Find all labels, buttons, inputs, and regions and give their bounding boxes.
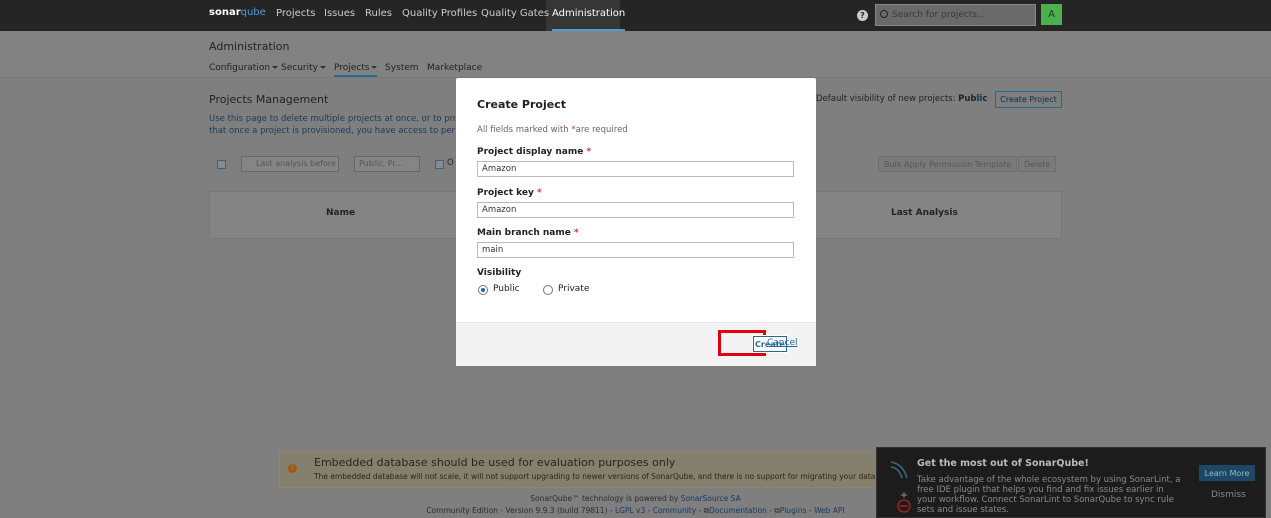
nav-issues[interactable]: Issues: [324, 8, 355, 19]
top-navbar: sonarqube Projects Issues Rules Quality …: [0, 0, 1271, 31]
provisioned-filter-label: O: [447, 158, 454, 168]
nav-administration[interactable]: Administration: [552, 8, 626, 31]
promo-title: Get the most out of SonarQube!: [917, 458, 1089, 469]
required-star: *: [586, 147, 592, 157]
last-analysis-date-input[interactable]: Last analysis before: [241, 156, 339, 172]
search-input[interactable]: [892, 8, 1032, 22]
dismiss-button[interactable]: Dismiss: [1211, 490, 1246, 500]
field-label-text: Project display name: [477, 147, 584, 157]
main-branch-name-label: Main branch name *: [477, 228, 579, 238]
bulk-apply-permission-button[interactable]: Bulk Apply Permission Template: [878, 156, 1018, 172]
warning-title: Embedded database should be used for eva…: [314, 456, 676, 469]
create-project-button[interactable]: Create Project: [995, 91, 1062, 108]
page-title: Administration: [209, 40, 290, 53]
pencil-icon[interactable]: ✎: [975, 95, 984, 104]
footer-link-community[interactable]: Community: [653, 506, 696, 515]
project-display-name-input[interactable]: [477, 161, 794, 177]
subnav-projects[interactable]: Projects: [334, 63, 378, 77]
embedded-db-warning: ! Embedded database should be used for e…: [279, 451, 924, 488]
footer-link-web-api[interactable]: Web API: [814, 506, 845, 515]
promo-text: Take advantage of the whole ecosystem by…: [917, 475, 1181, 515]
help-icon[interactable]: ?: [857, 10, 868, 21]
footer-link-documentation[interactable]: Documentation: [709, 506, 767, 515]
field-label-text: Project key: [477, 188, 534, 198]
projects-management-description: Use this page to delete multiple project…: [209, 113, 455, 137]
project-key-label: Project key *: [477, 188, 542, 198]
chevron-down-icon: [319, 66, 326, 69]
sonarsource-link[interactable]: SonarSource SA: [681, 494, 741, 503]
footer-link-license[interactable]: LGPL v3: [615, 506, 645, 515]
warning-icon: !: [288, 464, 297, 473]
cancel-link[interactable]: Cancel: [767, 338, 798, 348]
subnav-security[interactable]: Security: [281, 63, 326, 73]
subnav-system[interactable]: System: [385, 63, 419, 73]
column-header-name[interactable]: Name: [326, 208, 355, 218]
sonarlint-icon: [890, 461, 911, 513]
logo-text: sonar: [209, 7, 241, 18]
search-icon: [880, 10, 888, 18]
note-prefix: All fields marked with: [477, 125, 569, 135]
subnav-security-label: Security: [281, 63, 318, 73]
subnav-configuration[interactable]: Configuration: [209, 63, 279, 73]
bulk-delete-button[interactable]: Delete: [1018, 156, 1057, 172]
visibility-private-label[interactable]: Private: [558, 284, 589, 294]
logo-text-qube: qube: [240, 7, 266, 18]
modal-title: Create Project: [477, 98, 566, 111]
description-line: Use this page to delete multiple project…: [209, 114, 455, 124]
learn-more-button[interactable]: Learn More: [1199, 465, 1255, 481]
footer-powered-text: SonarQube™ technology is powered by: [530, 494, 679, 503]
subnav-configuration-label: Configuration: [209, 63, 271, 73]
chevron-down-icon: [272, 66, 279, 69]
user-avatar[interactable]: A: [1041, 4, 1062, 25]
warning-text: The embedded database will not scale, it…: [314, 472, 924, 481]
required-star: *: [574, 228, 579, 238]
subnav-marketplace[interactable]: Marketplace: [427, 63, 482, 73]
admin-subheader: Administration Configuration Security Pr…: [0, 31, 1271, 78]
chevron-down-icon: [371, 66, 378, 69]
visibility-filter-select[interactable]: Public, Pr...: [354, 156, 420, 172]
projects-management-title: Projects Management: [209, 93, 329, 106]
nav-projects[interactable]: Projects: [276, 8, 315, 19]
required-star: *: [537, 188, 542, 198]
select-all-checkbox[interactable]: [217, 160, 226, 169]
default-visibility-label: Default visibility of new projects:: [816, 94, 956, 104]
visibility-label: Visibility: [477, 268, 522, 278]
default-visibility: Default visibility of new projects: Publ…: [816, 94, 987, 104]
sonarqube-logo[interactable]: sonarqube: [209, 7, 266, 18]
provisioned-filter-checkbox[interactable]: [435, 160, 444, 169]
nav-quality-gates[interactable]: Quality Gates: [481, 8, 549, 19]
nav-quality-profiles[interactable]: Quality Profiles: [402, 8, 477, 19]
required-fields-note: All fields marked with *are required: [477, 125, 628, 135]
visibility-filter-value: Public, Pr...: [359, 159, 403, 168]
footer-link-plugins[interactable]: Plugins: [780, 506, 807, 515]
visibility-public-radio[interactable]: [478, 285, 488, 295]
project-key-input[interactable]: [477, 202, 794, 218]
global-search[interactable]: [875, 4, 1036, 26]
nav-rules[interactable]: Rules: [365, 8, 392, 19]
column-header-last-analysis[interactable]: Last Analysis: [891, 208, 958, 218]
field-label-text: Main branch name: [477, 228, 571, 238]
sonarlint-promo-card: Get the most out of SonarQube! Take adva…: [876, 447, 1266, 518]
note-suffix: are required: [575, 125, 628, 135]
visibility-private-radio[interactable]: [543, 285, 553, 295]
project-display-name-label: Project display name *: [477, 147, 591, 157]
main-branch-name-input[interactable]: [477, 242, 794, 258]
description-line: that once a project is provisioned, you …: [209, 126, 455, 136]
visibility-public-label[interactable]: Public: [493, 284, 520, 294]
subnav-projects-label: Projects: [334, 63, 370, 73]
create-project-modal: Create Project All fields marked with *a…: [456, 78, 816, 366]
footer-edition: Community Edition - Version 9.9.3 (build…: [426, 506, 613, 515]
date-input-placeholder: Last analysis before: [256, 159, 336, 168]
